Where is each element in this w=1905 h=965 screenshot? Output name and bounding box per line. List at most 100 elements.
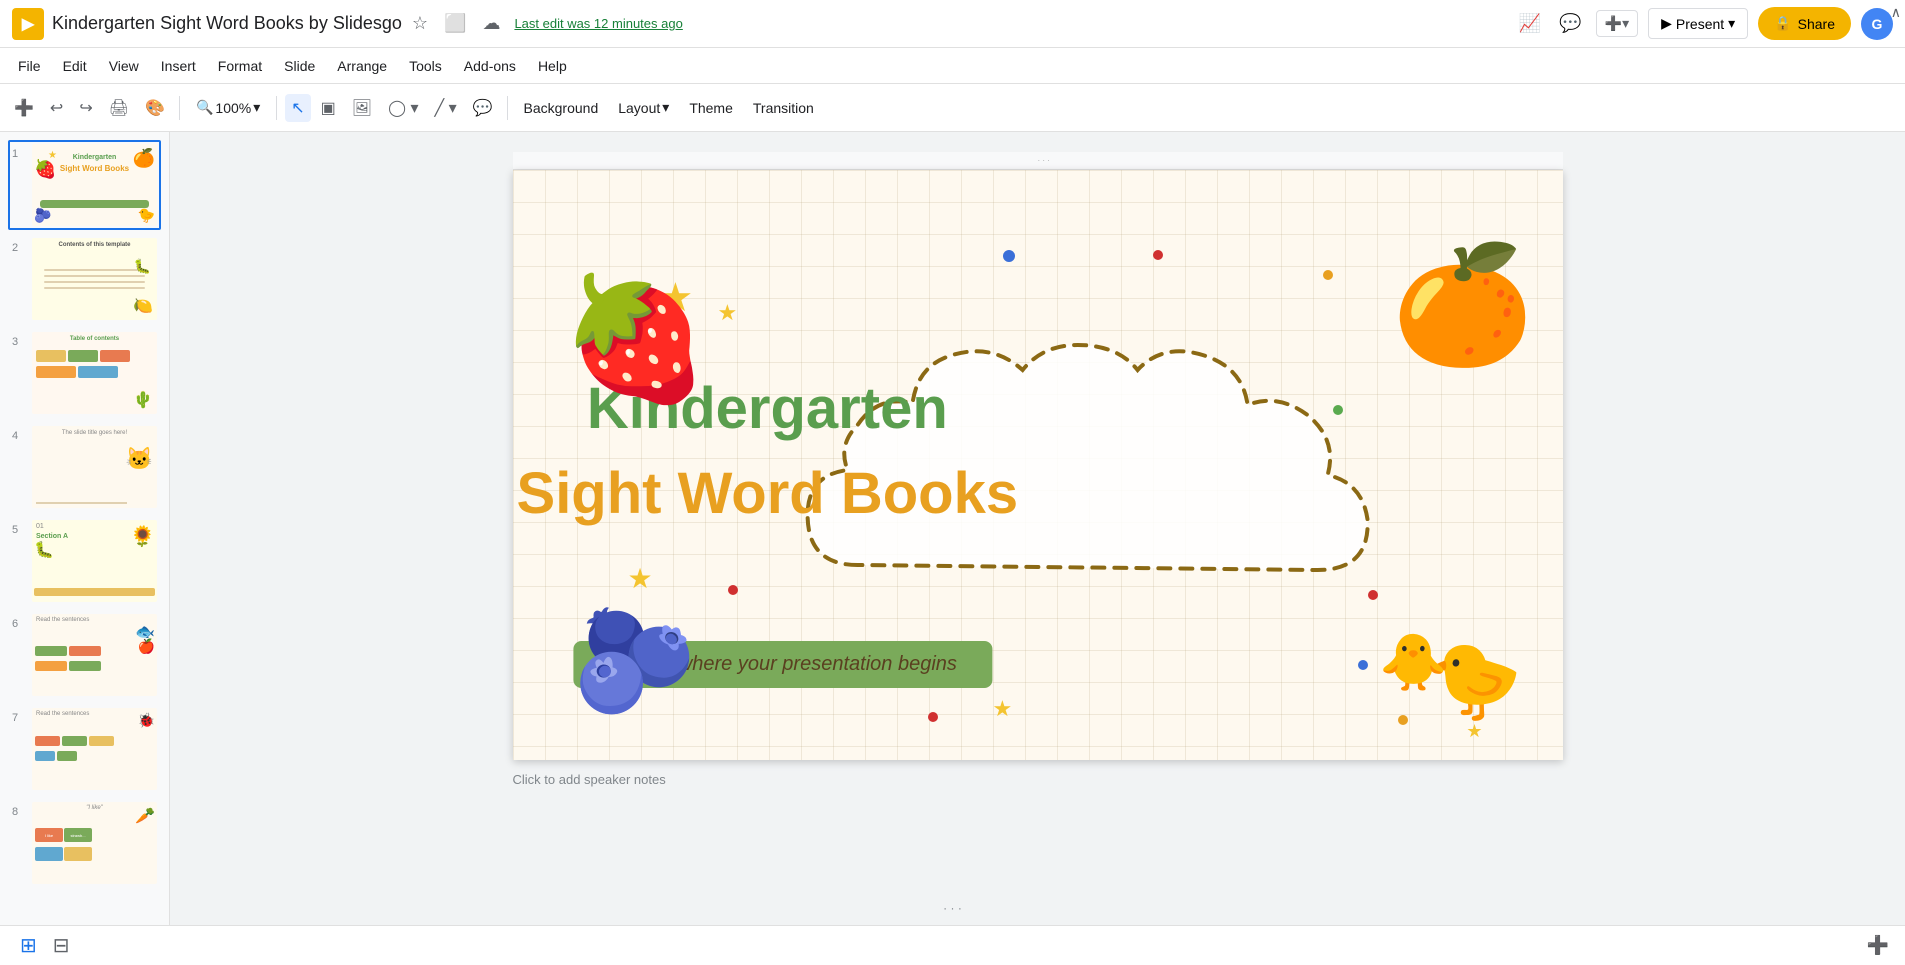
thumb-1-blueberry: 🫐 — [34, 207, 51, 224]
slide-thumb-1[interactable]: 1 Kindergarten Sight Word Books 🍓 🍊 🫐 🐤 … — [8, 140, 161, 230]
slide-preview-7: Read the sentences 🐞 — [32, 708, 157, 790]
thumb-1-bar — [40, 200, 149, 208]
thumb-3-card-1 — [36, 350, 66, 362]
comments-icon[interactable]: 💬 — [1555, 9, 1585, 38]
analytics-icon[interactable]: 📈 — [1515, 9, 1545, 38]
dot-red-bottom — [928, 712, 938, 722]
dot-orange-bottom-right — [1398, 715, 1408, 725]
present-button[interactable]: ▶ Present ▾ — [1648, 8, 1748, 39]
present-dropdown-icon: ▾ — [1728, 15, 1735, 32]
star-icon[interactable]: ☆ — [408, 9, 432, 38]
slide-num-5: 5 — [12, 520, 26, 536]
thumb-8-carrot: 🥕 — [135, 806, 155, 826]
slide-preview-8: "I like" I like strawb... 🥕 — [32, 802, 157, 884]
add-slide-icon[interactable]: ➕▾ — [1596, 10, 1638, 37]
add-button[interactable]: ➕ — [8, 94, 40, 122]
undo-button[interactable]: ↩ — [44, 94, 69, 122]
menu-arrange[interactable]: Arrange — [327, 54, 397, 78]
share-button[interactable]: 🔒 Share — [1758, 7, 1851, 40]
line-tool[interactable]: ╱ ▾ — [428, 94, 462, 122]
dot-blue-bottom-right — [1358, 660, 1368, 670]
thumb-8-item-3 — [35, 847, 63, 861]
thumb-5-bar — [34, 588, 155, 596]
thumb-1-strawberry: 🍓 — [34, 159, 56, 180]
menu-addons[interactable]: Add-ons — [454, 54, 526, 78]
folder-icon[interactable]: ⬜ — [440, 9, 470, 38]
thumb-8-item-2: strawb... — [64, 828, 92, 842]
dot-red-right — [1368, 590, 1378, 600]
zoom-selector[interactable]: 🔍 100% ▾ — [188, 95, 268, 120]
doc-icons: ☆ ⬜ ☁ — [408, 9, 505, 38]
slide-thumb-3[interactable]: 3 Table of contents 🌵 — [8, 328, 161, 418]
transition-label: Transition — [753, 100, 814, 116]
thumb-8-item-1: I like — [35, 828, 63, 842]
cursor-tool[interactable]: ↖ — [285, 94, 310, 122]
menu-tools[interactable]: Tools — [399, 54, 452, 78]
menu-insert[interactable]: Insert — [151, 54, 206, 78]
background-button[interactable]: Background — [516, 96, 607, 120]
slide-canvas[interactable]: Kindergarten Sight Word Books Here is wh… — [513, 170, 1563, 760]
menu-slide[interactable]: Slide — [274, 54, 325, 78]
slide-title-orange[interactable]: Sight Word Books — [513, 460, 1038, 527]
thumb-2-icon2: 🐛 — [134, 258, 151, 275]
paint-format-button[interactable]: 🎨 — [139, 94, 171, 122]
transition-button[interactable]: Transition — [745, 96, 822, 120]
shape-tool[interactable]: ◯ ▾ — [382, 94, 424, 122]
doc-title[interactable]: Kindergarten Sight Word Books by Slidesg… — [52, 13, 402, 34]
menu-bar: File Edit View Insert Format Slide Arran… — [0, 48, 1905, 84]
slide-thumb-4[interactable]: 4 The slide title goes here! 🐱 — [8, 422, 161, 512]
menu-view[interactable]: View — [99, 54, 149, 78]
slide-preview-4: The slide title goes here! 🐱 — [32, 426, 157, 508]
thumb-3-card-2 — [68, 350, 98, 362]
filmstrip-view-button[interactable]: ⊟ — [49, 929, 74, 962]
thumb-5-sunflower: 🌻 — [130, 524, 155, 549]
thumb-7-yellow-1 — [89, 736, 114, 746]
thumb-1-star: ★ — [48, 150, 57, 161]
text-tool[interactable]: ▣ — [315, 94, 342, 122]
app-logo[interactable]: ▶ — [12, 8, 44, 40]
share-lock-icon: 🔒 — [1774, 15, 1791, 32]
slide-num-7: 7 — [12, 708, 26, 724]
print-button[interactable]: 🖨 — [103, 94, 135, 122]
thumb-7-bug: 🐞 — [138, 712, 155, 729]
divider-1 — [179, 96, 180, 120]
slide-preview-3: Table of contents 🌵 — [32, 332, 157, 414]
speaker-notes[interactable]: Click to add speaker notes — [513, 760, 1563, 799]
thumb-3-icon: 🌵 — [133, 390, 153, 410]
menu-format[interactable]: Format — [208, 54, 272, 78]
slide-thumb-5[interactable]: 5 01 Section A 🌻 🐛 — [8, 516, 161, 606]
image-tool[interactable]: 🖼 — [346, 94, 378, 122]
redo-button[interactable]: ↪ — [73, 94, 98, 122]
zoom-out-button[interactable]: ➕ — [1867, 935, 1889, 956]
top-bar: ▶ Kindergarten Sight Word Books by Slide… — [0, 0, 1905, 48]
slide-num-4: 4 — [12, 426, 26, 442]
top-right-actions: 📈 💬 ➕▾ ▶ Present ▾ 🔒 Share G — [1515, 7, 1893, 40]
slide-thumb-7[interactable]: 7 Read the sentences 🐞 — [8, 704, 161, 794]
menu-edit[interactable]: Edit — [53, 54, 97, 78]
menu-file[interactable]: File — [8, 54, 51, 78]
theme-button[interactable]: Theme — [681, 96, 741, 120]
dot-red-top — [1153, 250, 1163, 260]
thumb-4-title: The slide title goes here! — [32, 426, 157, 440]
thumb-7-green-2 — [57, 751, 77, 761]
slide-thumb-6[interactable]: 6 Read the sentences 🐟 🍎 — [8, 610, 161, 700]
thumb-6-orange-1 — [69, 646, 101, 656]
slide-thumb-2[interactable]: 2 Contents of this template 🍋 🐛 — [8, 234, 161, 324]
slide-thumb-8[interactable]: 8 "I like" I like strawb... 🥕 — [8, 798, 161, 888]
slide-num-1: 1 — [12, 144, 26, 160]
menu-help[interactable]: Help — [528, 54, 577, 78]
orange-fruit-character: 🍊 — [1391, 238, 1534, 373]
thumb-7-blue-1 — [35, 751, 55, 761]
page-indicator: · · · — [943, 901, 962, 915]
zoom-value: 100% — [215, 100, 251, 116]
toolbar-collapse-button[interactable]: ∧ — [1887, 0, 1905, 25]
slide-preview-1: Kindergarten Sight Word Books 🍓 🍊 🫐 🐤 ★ — [32, 144, 157, 226]
grid-view-button[interactable]: ⊞ — [16, 929, 41, 962]
comment-tool[interactable]: 💬 — [467, 94, 499, 122]
blueberry-character: 🫐 — [573, 603, 698, 720]
thumb-3-title: Table of contents — [32, 332, 157, 346]
cloud-icon[interactable]: ☁ — [478, 9, 504, 38]
slide-preview-2: Contents of this template 🍋 🐛 — [32, 238, 157, 320]
thumb-7-orange-1 — [35, 736, 60, 746]
layout-button[interactable]: Layout ▾ — [610, 95, 677, 120]
